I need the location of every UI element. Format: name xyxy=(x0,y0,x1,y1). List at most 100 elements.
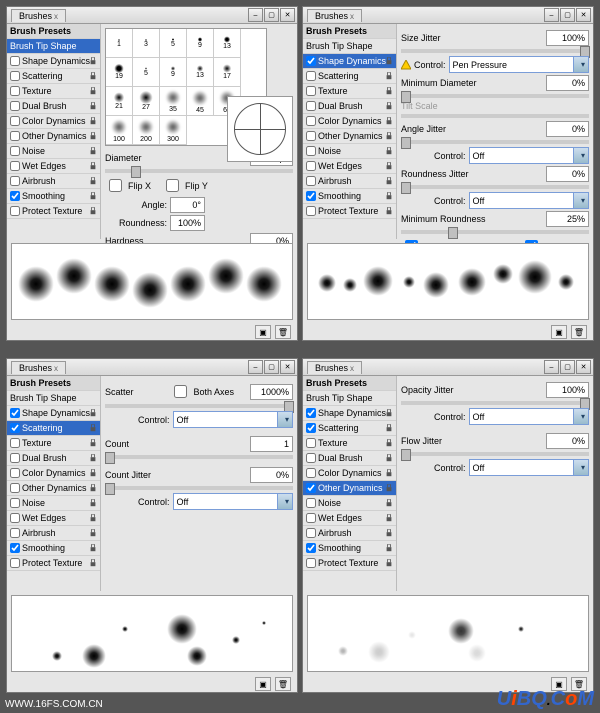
sidebar-scattering[interactable]: Scattering xyxy=(7,69,100,84)
roundness-field[interactable]: 100% xyxy=(170,215,205,231)
checkbox[interactable] xyxy=(10,131,20,141)
checkbox[interactable] xyxy=(10,543,20,553)
checkbox[interactable] xyxy=(306,56,316,66)
count-jitter-field[interactable]: 0% xyxy=(250,467,293,483)
brush-tip-shape[interactable]: Brush Tip Shape xyxy=(7,391,100,406)
new-icon[interactable]: ▣ xyxy=(551,325,567,339)
brush-cell[interactable]: 21 xyxy=(106,87,133,116)
checkbox[interactable] xyxy=(10,483,20,493)
new-icon[interactable]: ▣ xyxy=(255,677,271,691)
sidebar-wet-edges[interactable]: Wet Edges xyxy=(7,511,100,526)
sidebar-dual-brush[interactable]: Dual Brush xyxy=(303,99,396,114)
checkbox[interactable] xyxy=(306,513,316,523)
brush-cell[interactable]: 17 xyxy=(214,58,241,87)
checkbox[interactable] xyxy=(306,176,316,186)
close-button[interactable]: ✕ xyxy=(576,360,591,374)
control-dropdown[interactable]: Off xyxy=(173,411,293,428)
brush-tip-shape[interactable]: Brush Tip Shape xyxy=(303,391,396,406)
sidebar-airbrush[interactable]: Airbrush xyxy=(303,526,396,541)
sidebar-shape-dynamics[interactable]: Shape Dynamics xyxy=(7,54,100,69)
checkbox[interactable] xyxy=(10,116,20,126)
sidebar-wet-edges[interactable]: Wet Edges xyxy=(303,159,396,174)
flow-jitter-field[interactable]: 0% xyxy=(546,433,589,449)
checkbox[interactable] xyxy=(306,161,316,171)
checkbox[interactable] xyxy=(10,453,20,463)
flipy-checkbox[interactable] xyxy=(166,179,179,192)
sidebar-protect-texture[interactable]: Protect Texture xyxy=(7,204,100,219)
checkbox[interactable] xyxy=(306,468,316,478)
sidebar-scattering[interactable]: Scattering xyxy=(7,421,100,436)
count-slider[interactable] xyxy=(105,455,293,459)
close-button[interactable]: ✕ xyxy=(280,360,295,374)
flow-jitter-slider[interactable] xyxy=(401,452,589,456)
brush-cell[interactable]: 13 xyxy=(214,29,241,58)
close-button[interactable]: ✕ xyxy=(576,8,591,22)
close-button[interactable]: ✕ xyxy=(280,8,295,22)
brush-cell[interactable]: 9 xyxy=(187,29,214,58)
control-dropdown[interactable]: Off xyxy=(469,459,589,476)
sidebar-protect-texture[interactable]: Protect Texture xyxy=(303,204,396,219)
sidebar-color-dynamics[interactable]: Color Dynamics xyxy=(303,114,396,129)
sidebar-dual-brush[interactable]: Dual Brush xyxy=(7,99,100,114)
sidebar-shape-dynamics[interactable]: Shape Dynamics xyxy=(7,406,100,421)
brush-cell[interactable]: 9 xyxy=(160,58,187,87)
checkbox[interactable] xyxy=(306,101,316,111)
brush-cell[interactable]: 13 xyxy=(187,58,214,87)
brush-presets[interactable]: Brush Presets xyxy=(7,376,100,391)
control-dropdown[interactable]: Off xyxy=(173,493,293,510)
sidebar-shape-dynamics[interactable]: Shape Dynamics xyxy=(303,54,396,69)
sidebar-texture[interactable]: Texture xyxy=(7,436,100,451)
angle-jitter-slider[interactable] xyxy=(401,140,589,144)
size-jitter-field[interactable]: 100% xyxy=(546,30,589,46)
checkbox[interactable] xyxy=(306,558,316,568)
sidebar-smoothing[interactable]: Smoothing xyxy=(303,541,396,556)
sidebar-other-dynamics[interactable]: Other Dynamics xyxy=(303,481,396,496)
brush-cell[interactable]: 27 xyxy=(133,87,160,116)
scatter-slider[interactable] xyxy=(105,404,293,408)
trash-icon[interactable]: 🗑 xyxy=(571,325,587,339)
sidebar-shape-dynamics[interactable]: Shape Dynamics xyxy=(303,406,396,421)
sidebar-noise[interactable]: Noise xyxy=(303,144,396,159)
maximize-button[interactable]: ▢ xyxy=(264,8,279,22)
trash-icon[interactable]: 🗑 xyxy=(275,325,291,339)
checkbox[interactable] xyxy=(306,423,316,433)
checkbox[interactable] xyxy=(10,468,20,478)
brush-presets[interactable]: Brush Presets xyxy=(303,24,396,39)
scatter-field[interactable]: 1000% xyxy=(250,384,293,400)
minimize-button[interactable]: – xyxy=(544,360,559,374)
sidebar-texture[interactable]: Texture xyxy=(7,84,100,99)
sidebar-color-dynamics[interactable]: Color Dynamics xyxy=(7,114,100,129)
sidebar-scattering[interactable]: Scattering xyxy=(303,421,396,436)
sidebar-smoothing[interactable]: Smoothing xyxy=(303,189,396,204)
min-roundness-slider[interactable] xyxy=(401,230,589,234)
checkbox[interactable] xyxy=(10,146,20,156)
maximize-button[interactable]: ▢ xyxy=(560,360,575,374)
roundness-jitter-field[interactable]: 0% xyxy=(546,166,589,182)
maximize-button[interactable]: ▢ xyxy=(264,360,279,374)
sidebar-airbrush[interactable]: Airbrush xyxy=(303,174,396,189)
sidebar-other-dynamics[interactable]: Other Dynamics xyxy=(7,129,100,144)
checkbox[interactable] xyxy=(306,146,316,156)
sidebar-noise[interactable]: Noise xyxy=(7,144,100,159)
checkbox[interactable] xyxy=(306,86,316,96)
close-icon[interactable]: x xyxy=(350,364,354,373)
sidebar-airbrush[interactable]: Airbrush xyxy=(7,526,100,541)
brush-cell[interactable]: 5 xyxy=(133,58,160,87)
checkbox[interactable] xyxy=(306,71,316,81)
sidebar-smoothing[interactable]: Smoothing xyxy=(7,541,100,556)
checkbox[interactable] xyxy=(10,513,20,523)
minimize-button[interactable]: – xyxy=(248,360,263,374)
checkbox[interactable] xyxy=(10,56,20,66)
opacity-jitter-field[interactable]: 100% xyxy=(546,382,589,398)
tab-brushes[interactable]: Brushesx xyxy=(11,9,66,22)
sidebar-other-dynamics[interactable]: Other Dynamics xyxy=(7,481,100,496)
brush-tip-shape[interactable]: Brush Tip Shape xyxy=(7,39,100,54)
sidebar-airbrush[interactable]: Airbrush xyxy=(7,174,100,189)
brush-cell[interactable]: 35 xyxy=(160,87,187,116)
sidebar-noise[interactable]: Noise xyxy=(303,496,396,511)
checkbox[interactable] xyxy=(10,438,20,448)
brush-cell[interactable]: 1 xyxy=(106,29,133,58)
control-dropdown[interactable]: Off xyxy=(469,192,589,209)
checkbox[interactable] xyxy=(306,483,316,493)
new-icon[interactable]: ▣ xyxy=(255,325,271,339)
